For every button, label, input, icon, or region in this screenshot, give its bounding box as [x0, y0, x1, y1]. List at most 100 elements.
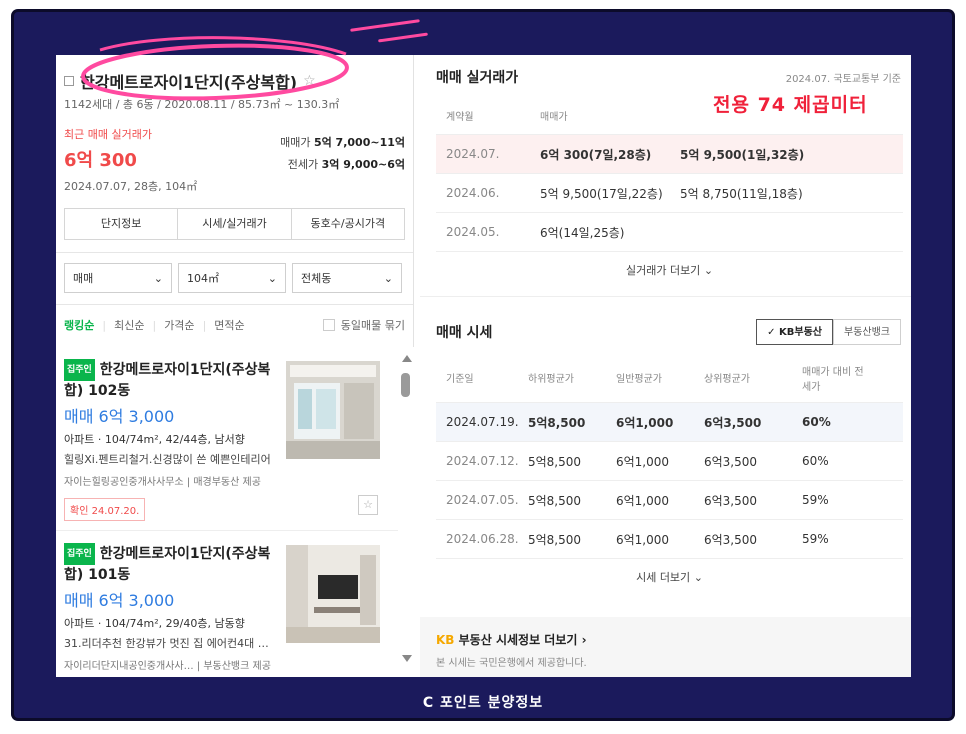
col-ratio: 매매가 대비 전세가 — [802, 366, 864, 393]
cell: 2024.07.19. — [446, 415, 519, 429]
table-row: 2024.07.19. 5억8,500 6억1,000 6억3,500 60% — [436, 403, 903, 442]
trades-header: 매매 실거래가 2024.07. 국토교통부 기준 — [420, 55, 911, 87]
cell: 5억8,500 — [528, 454, 582, 469]
cell: 6억1,000 — [616, 532, 670, 547]
cell: 6억1,000 — [616, 493, 670, 508]
trade-month: 2024.05. — [446, 225, 500, 239]
cell: 6억1,000 — [616, 415, 674, 430]
col-high: 상위평균가 — [704, 374, 750, 385]
kb-footer: KB 부동산 시세정보 더보기 › 본 시세는 국민은행에서 제공합니다. — [420, 617, 911, 677]
recent-trade-label: 최근 매매 실거래가 — [64, 128, 152, 141]
dong-value: 전체동 — [301, 272, 332, 285]
table-header: 기준일 하위평균가 일반평균가 상위평균가 매매가 대비 전세가 — [436, 353, 903, 403]
scroll-down-icon[interactable] — [402, 655, 412, 662]
list-item[interactable]: 집주인 한강메트로자이1단지(주상복합) 102동 매매 6억 3,000 아파… — [56, 347, 398, 531]
table-row: 2024.07.12. 5억8,500 6억1,000 6억3,500 60% — [436, 442, 903, 481]
bank-source-button[interactable]: 부동산뱅크 — [833, 319, 901, 345]
kb-more-link[interactable]: 시세정보 더보기 — [496, 633, 577, 647]
table-row: 2024.05. 6억(14일,25층) — [436, 213, 903, 252]
cell: 6억1,000 — [616, 454, 670, 469]
filter-bar: 매매 ⌄ 104㎡ ⌄ 전체동 ⌄ — [56, 253, 413, 305]
caption: C 포인트 분양정보 — [422, 695, 544, 711]
cell: 2024.06.28. — [446, 532, 519, 546]
recent-trade-date: 2024.07.07, 28층, 104㎡ — [64, 180, 198, 193]
kb-brand: KB — [436, 633, 455, 647]
list-item[interactable]: 집주인 한강메트로자이1단지(주상복합) 101동 매매 6억 3,000 아파… — [56, 531, 398, 677]
listing-agent: 자이는힐링공인중개사사무소 | 매경부동산 제공 — [64, 477, 261, 488]
listing-name: 한강메트로자이1단지(주상복합) 101동 — [64, 546, 271, 583]
cell: 5억8,500 — [528, 532, 582, 547]
trade-type-select[interactable]: 매매 ⌄ — [64, 263, 172, 293]
right-panel: 매매 실거래가 2024.07. 국토교통부 기준 전용 74 제곱미터 계약월… — [420, 55, 911, 677]
trade-deal: 5억 9,500(1일,32층) — [680, 147, 805, 162]
cell: 6억3,500 — [704, 532, 758, 547]
col-mid: 일반평균가 — [616, 374, 662, 385]
info-tabs: 단지정보 시세/실거래가 동호수/공시가격 — [64, 208, 405, 240]
owner-badge: 집주인 — [64, 543, 95, 565]
sort-ranking[interactable]: 랭킹순 — [64, 317, 94, 333]
group-same-checkbox[interactable] — [322, 319, 335, 331]
area-annotation: 전용 74 제곱미터 — [713, 94, 868, 116]
trades-more-button[interactable]: 실거래가 더보기 ⌄ — [436, 252, 903, 290]
listing-photo[interactable] — [286, 361, 380, 459]
listing-name: 한강메트로자이1단지(주상복합) 102동 — [64, 362, 271, 399]
market-more-button[interactable]: 시세 더보기 ⌄ — [436, 559, 903, 597]
tab-complex-info[interactable]: 단지정보 — [65, 209, 179, 239]
cell: 6억3,500 — [704, 493, 758, 508]
trades-source: 2024.07. 국토교통부 기준 — [785, 73, 901, 85]
listing-photo[interactable] — [286, 545, 380, 643]
kb-source-button[interactable]: ✓ KB부동산 — [756, 319, 833, 345]
scroll-thumb[interactable] — [401, 373, 410, 397]
cell: 5억8,500 — [528, 493, 582, 508]
chevron-right-icon: › — [581, 633, 587, 647]
market-header: 매매 시세 ✓ KB부동산 부동산뱅크 — [420, 296, 911, 345]
table-row: 2024.06.28. 5억8,500 6억1,000 6억3,500 59% — [436, 520, 903, 559]
trade-deal: 6억(14일,25층) — [540, 225, 625, 240]
check-icon: ✓ — [767, 327, 776, 338]
trades-more-label: 실거래가 더보기 — [625, 264, 701, 277]
chevron-down-icon: ⌄ — [383, 271, 393, 285]
app-screen: 한강메트로자이1단지(주상복합) ☆ 1142세대 / 총 6동 / 2020.… — [56, 55, 911, 677]
col-price: 매매가 — [540, 112, 568, 123]
chevron-down-icon: ⌄ — [693, 571, 703, 584]
kb-source-label: KB부동산 — [779, 327, 822, 338]
favorite-star-icon[interactable]: ☆ — [358, 495, 378, 515]
tab-unit-prices[interactable]: 동호수/공시가격 — [292, 209, 404, 239]
sort-area[interactable]: 면적순 — [214, 317, 244, 333]
trade-month: 2024.06. — [446, 186, 500, 200]
table-row: 2024.07.05. 5억8,500 6억1,000 6억3,500 59% — [436, 481, 903, 520]
chevron-down-icon: ⌄ — [153, 271, 163, 285]
cell: 60% — [802, 454, 829, 468]
cell: 6억3,500 — [704, 415, 762, 430]
tab-price-trades[interactable]: 시세/실거래가 — [178, 209, 292, 239]
cell: 59% — [802, 532, 829, 546]
scroll-up-icon[interactable] — [402, 355, 412, 362]
cell: 60% — [802, 415, 831, 429]
market-table: 기준일 하위평균가 일반평균가 상위평균가 매매가 대비 전세가 2024.07… — [436, 353, 903, 597]
market-more-label: 시세 더보기 — [636, 571, 691, 584]
trades-table: 계약월 매매가 2024.07. 6억 300(7일,28층) 5억 9,500… — [436, 97, 903, 290]
dong-select[interactable]: 전체동 ⌄ — [292, 263, 402, 293]
sort-bar: 랭킹순 | 최신순 | 가격순 | 면적순 동일매물 묶기 — [64, 317, 405, 333]
jeonse-price-range: 3억 9,000~6억 — [321, 158, 405, 171]
table-row: 2024.07. 6억 300(7일,28층) 5억 9,500(1일,32층) — [436, 135, 903, 174]
list-scrollbar[interactable] — [398, 347, 414, 677]
trade-type-value: 매매 — [73, 272, 94, 285]
left-panel: 한강메트로자이1단지(주상복합) ☆ 1142세대 / 총 6동 / 2020.… — [56, 55, 414, 677]
sort-price[interactable]: 가격순 — [164, 317, 194, 333]
listing-agent: 자이리더단지내공인중개사사… | 부동산뱅크 제공 — [64, 661, 271, 672]
col-date: 기준일 — [446, 374, 474, 385]
col-low: 하위평균가 — [528, 374, 574, 385]
cell: 2024.07.12. — [446, 454, 519, 468]
kb-brand-rest: 부동산 — [458, 633, 492, 647]
owner-badge: 집주인 — [64, 359, 95, 381]
highlight-circle — [81, 36, 349, 101]
market-title: 매매 시세 — [436, 325, 493, 341]
trade-deal: 6억 300(7일,28층) — [540, 147, 652, 162]
sale-price-range: 5억 7,000~11억 — [313, 136, 405, 149]
sort-latest[interactable]: 최신순 — [114, 317, 144, 333]
area-select[interactable]: 104㎡ ⌄ — [178, 263, 286, 293]
kb-note: 본 시세는 국민은행에서 제공합니다. — [436, 658, 587, 669]
listing-list: 집주인 한강메트로자이1단지(주상복합) 102동 매매 6억 3,000 아파… — [56, 347, 398, 677]
cell: 59% — [802, 493, 829, 507]
